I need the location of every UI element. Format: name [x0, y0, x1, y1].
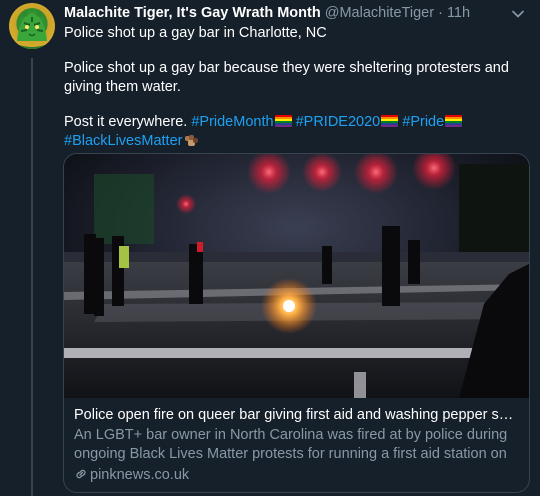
chevron-down-icon[interactable]	[510, 6, 526, 22]
rainbow-flag-icon	[445, 115, 463, 127]
rainbow-flag-icon	[274, 115, 292, 127]
tiger-avatar-icon	[9, 9, 55, 49]
hashtag-blacklivesmatter[interactable]: #BlackLivesMatter	[64, 133, 182, 149]
raised-fist-icon	[185, 135, 199, 146]
card-title[interactable]: Police open fire on queer bar giving fir…	[74, 406, 519, 425]
card-description: An LGBT+ bar owner in North Carolina was…	[74, 427, 508, 462]
hashtag-pridemonth[interactable]: #PrideMonth	[191, 114, 273, 130]
card-text: Police open fire on queer bar giving fir…	[74, 406, 519, 485]
card-domain[interactable]: pinknews.co.uk	[74, 466, 519, 485]
hashtag-pride[interactable]: #Pride	[402, 114, 444, 130]
tweet-line-3-prefix: Post it everywhere.	[64, 114, 192, 130]
news-photo	[64, 154, 529, 398]
display-name[interactable]: Malachite Tiger, It's Gay Wrath Month	[64, 5, 321, 21]
link-icon	[76, 469, 86, 479]
tweet-line-1: Police shot up a gay bar in Charlotte, N…	[64, 25, 327, 41]
tweet-line-3: Post it everywhere. #PrideMonth #PRIDE20…	[64, 113, 524, 151]
tweet-text: Police shot up a gay bar in Charlotte, N…	[64, 24, 524, 151]
thread-line	[31, 58, 33, 496]
avatar[interactable]	[9, 3, 55, 49]
rainbow-flag-icon	[381, 115, 399, 127]
user-handle[interactable]: @MalachiteTiger	[325, 5, 434, 21]
tweet-header: Malachite Tiger, It's Gay Wrath Month @M…	[64, 3, 530, 25]
link-preview-card[interactable]: Police open fire on queer bar giving fir…	[63, 153, 530, 493]
card-domain-text: pinknews.co.uk	[90, 467, 190, 483]
tweet-line-2: Police shot up a gay bar because they we…	[64, 60, 509, 95]
separator-dot: ·	[438, 5, 443, 21]
hashtag-pride2020[interactable]: #PRIDE2020	[296, 114, 381, 130]
tweet-timestamp[interactable]: 11h	[447, 5, 470, 21]
